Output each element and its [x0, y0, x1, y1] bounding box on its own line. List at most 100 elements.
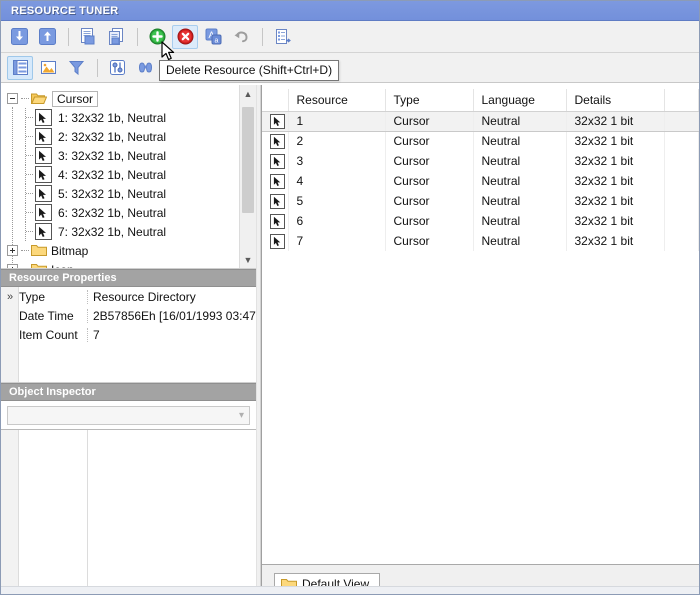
cursor-icon: [270, 174, 285, 189]
table-row[interactable]: 7 Cursor Neutral 32x32 1 bit: [262, 231, 699, 251]
scroll-up-button[interactable]: ▲: [240, 85, 256, 102]
column-header-type[interactable]: Type: [385, 89, 473, 111]
resource-properties-grid[interactable]: » Type Resource Directory Date Time 2B57…: [1, 287, 256, 383]
cell-resource: 1: [288, 111, 385, 131]
property-row[interactable]: Date Time 2B57856Eh [16/01/1993 03:47...: [1, 306, 256, 325]
table-row[interactable]: 4 Cursor Neutral 32x32 1 bit: [262, 171, 699, 191]
tree-child-item[interactable]: 1: 32x32 1b, Neutral: [1, 108, 239, 127]
resource-tree[interactable]: Cursor 1: 32x32 1b, Neutral: [1, 85, 239, 268]
resource-tree-panel[interactable]: Cursor 1: 32x32 1b, Neutral: [1, 85, 256, 269]
resource-script-button[interactable]: [269, 25, 295, 49]
expand-icon[interactable]: [7, 245, 18, 256]
scrollbar-thumb[interactable]: [242, 107, 254, 213]
undo-button[interactable]: [228, 25, 254, 49]
tree-vertical-scrollbar[interactable]: ▲ ▼: [239, 85, 256, 268]
tree-child-label: 2: 32x32 1b, Neutral: [58, 130, 166, 144]
tree-node-bitmap[interactable]: Bitmap: [1, 241, 239, 260]
folder-icon: [31, 263, 47, 268]
toolbar-separator: [137, 28, 138, 46]
cursor-icon: [35, 147, 52, 164]
expand-icon[interactable]: [7, 264, 18, 268]
resource-properties-header: Resource Properties: [1, 269, 256, 287]
tree-child-item[interactable]: 5: 32x32 1b, Neutral: [1, 184, 239, 203]
tree-child-item[interactable]: 6: 32x32 1b, Neutral: [1, 203, 239, 222]
find-button[interactable]: [132, 56, 158, 80]
cell-resource: 4: [288, 171, 385, 191]
arrow-down-icon: [10, 27, 29, 46]
table-row[interactable]: 6 Cursor Neutral 32x32 1 bit: [262, 211, 699, 231]
sliders-icon: [108, 58, 127, 77]
resource-list-panel[interactable]: Resource Type Language Details: [262, 85, 699, 564]
duplicate-resource-button[interactable]: [103, 25, 129, 49]
cell-details: 32x32 1 bit: [566, 131, 664, 151]
translate-icon: A a: [204, 27, 223, 46]
undo-arrow-icon: [232, 27, 251, 46]
object-inspector-combo-area: ▾: [1, 401, 256, 429]
add-resource-button[interactable]: [144, 25, 170, 49]
column-header-details[interactable]: Details: [566, 89, 664, 111]
cursor-icon: [270, 234, 285, 249]
cell-blank: [664, 111, 699, 131]
cell-type: Cursor: [385, 231, 473, 251]
table-header-row: Resource Type Language Details: [262, 89, 699, 111]
cell-blank: [664, 171, 699, 191]
column-header-resource[interactable]: Resource: [288, 89, 385, 111]
translate-resource-button[interactable]: A a: [200, 25, 226, 49]
table-row[interactable]: 1 Cursor Neutral 32x32 1 bit: [262, 111, 699, 131]
tree-child-item[interactable]: 3: 32x32 1b, Neutral: [1, 146, 239, 165]
image-view-button[interactable]: [35, 56, 61, 80]
copy-resource-button[interactable]: [75, 25, 101, 49]
title-bar: RESOURCE TUNER: [1, 1, 699, 21]
toolbar-separator: [97, 59, 98, 77]
object-inspector-grid[interactable]: [1, 429, 256, 594]
tree-child-item[interactable]: 4: 32x32 1b, Neutral: [1, 165, 239, 184]
column-header-blank[interactable]: [664, 89, 699, 111]
property-row[interactable]: Item Count 7: [1, 325, 256, 344]
cell-language: Neutral: [473, 191, 566, 211]
tree-child-item[interactable]: 7: 32x32 1b, Neutral: [1, 222, 239, 241]
options-button[interactable]: [104, 56, 130, 80]
property-name: Date Time: [19, 309, 87, 323]
import-resource-button[interactable]: [6, 25, 32, 49]
binoculars-icon: [136, 58, 155, 77]
cell-blank: [664, 151, 699, 171]
resource-list-table: Resource Type Language Details: [262, 89, 699, 251]
table-row[interactable]: 2 Cursor Neutral 32x32 1 bit: [262, 131, 699, 151]
inspector-gutter: [1, 430, 19, 594]
tree-node-cursor[interactable]: Cursor: [1, 89, 239, 108]
tree-connector: [25, 146, 35, 165]
main-toolbar: A a: [1, 21, 699, 53]
table-row[interactable]: 3 Cursor Neutral 32x32 1 bit: [262, 151, 699, 171]
tree-node-icon[interactable]: Icon: [1, 260, 239, 268]
inspector-column-divider: [87, 430, 88, 594]
collapse-icon[interactable]: [7, 93, 18, 104]
object-selector-dropdown[interactable]: ▾: [7, 406, 250, 425]
table-row[interactable]: 5 Cursor Neutral 32x32 1 bit: [262, 191, 699, 211]
column-header-language[interactable]: Language: [473, 89, 566, 111]
filter-button[interactable]: [63, 56, 89, 80]
cell-type: Cursor: [385, 151, 473, 171]
cell-resource: 6: [288, 211, 385, 231]
cursor-icon: [35, 204, 52, 221]
cell-language: Neutral: [473, 211, 566, 231]
cursor-icon: [35, 166, 52, 183]
copy-icon: [79, 27, 98, 46]
list-view-icon: [11, 58, 30, 77]
right-panel: Resource Type Language Details: [261, 85, 699, 594]
cell-resource: 3: [288, 151, 385, 171]
tree-connector: [25, 127, 35, 146]
cell-details: 32x32 1 bit: [566, 211, 664, 231]
row-icon-cell: [262, 151, 288, 171]
export-resource-button[interactable]: [34, 25, 60, 49]
open-folder-icon: [31, 92, 47, 105]
chevron-down-icon[interactable]: ▾: [239, 410, 244, 421]
cell-resource: 2: [288, 131, 385, 151]
list-view-button[interactable]: [7, 56, 33, 80]
object-inspector-title: Object Inspector: [9, 386, 96, 398]
property-row[interactable]: » Type Resource Directory: [1, 287, 256, 306]
delete-resource-button[interactable]: [172, 25, 198, 49]
tree-child-item[interactable]: 2: 32x32 1b, Neutral: [1, 127, 239, 146]
cell-type: Cursor: [385, 111, 473, 131]
row-icon-cell: [262, 111, 288, 131]
scroll-down-button[interactable]: ▼: [240, 251, 256, 268]
